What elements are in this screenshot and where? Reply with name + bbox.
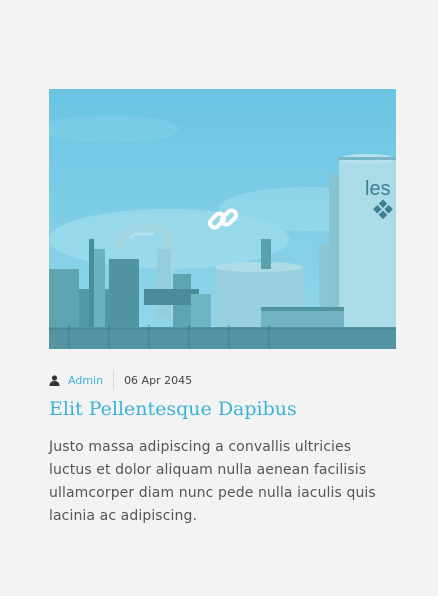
meta-divider xyxy=(113,370,115,390)
post-meta: Admin 06 Apr 2045 xyxy=(49,370,396,390)
post-excerpt: Justo massa adipiscing a convallis ultri… xyxy=(49,438,376,524)
post-thumbnail-link[interactable]: les xyxy=(49,89,396,349)
link-icon[interactable] xyxy=(207,203,239,235)
post-title[interactable]: Elit Pellentesque Dapibus xyxy=(49,397,396,422)
author-link[interactable]: Admin xyxy=(68,374,103,387)
user-icon xyxy=(49,374,60,386)
post-date: 06 Apr 2045 xyxy=(124,373,193,387)
blog-post-card: les Admin 06 Apr 2045 Elit Pellentesque … xyxy=(49,89,396,528)
